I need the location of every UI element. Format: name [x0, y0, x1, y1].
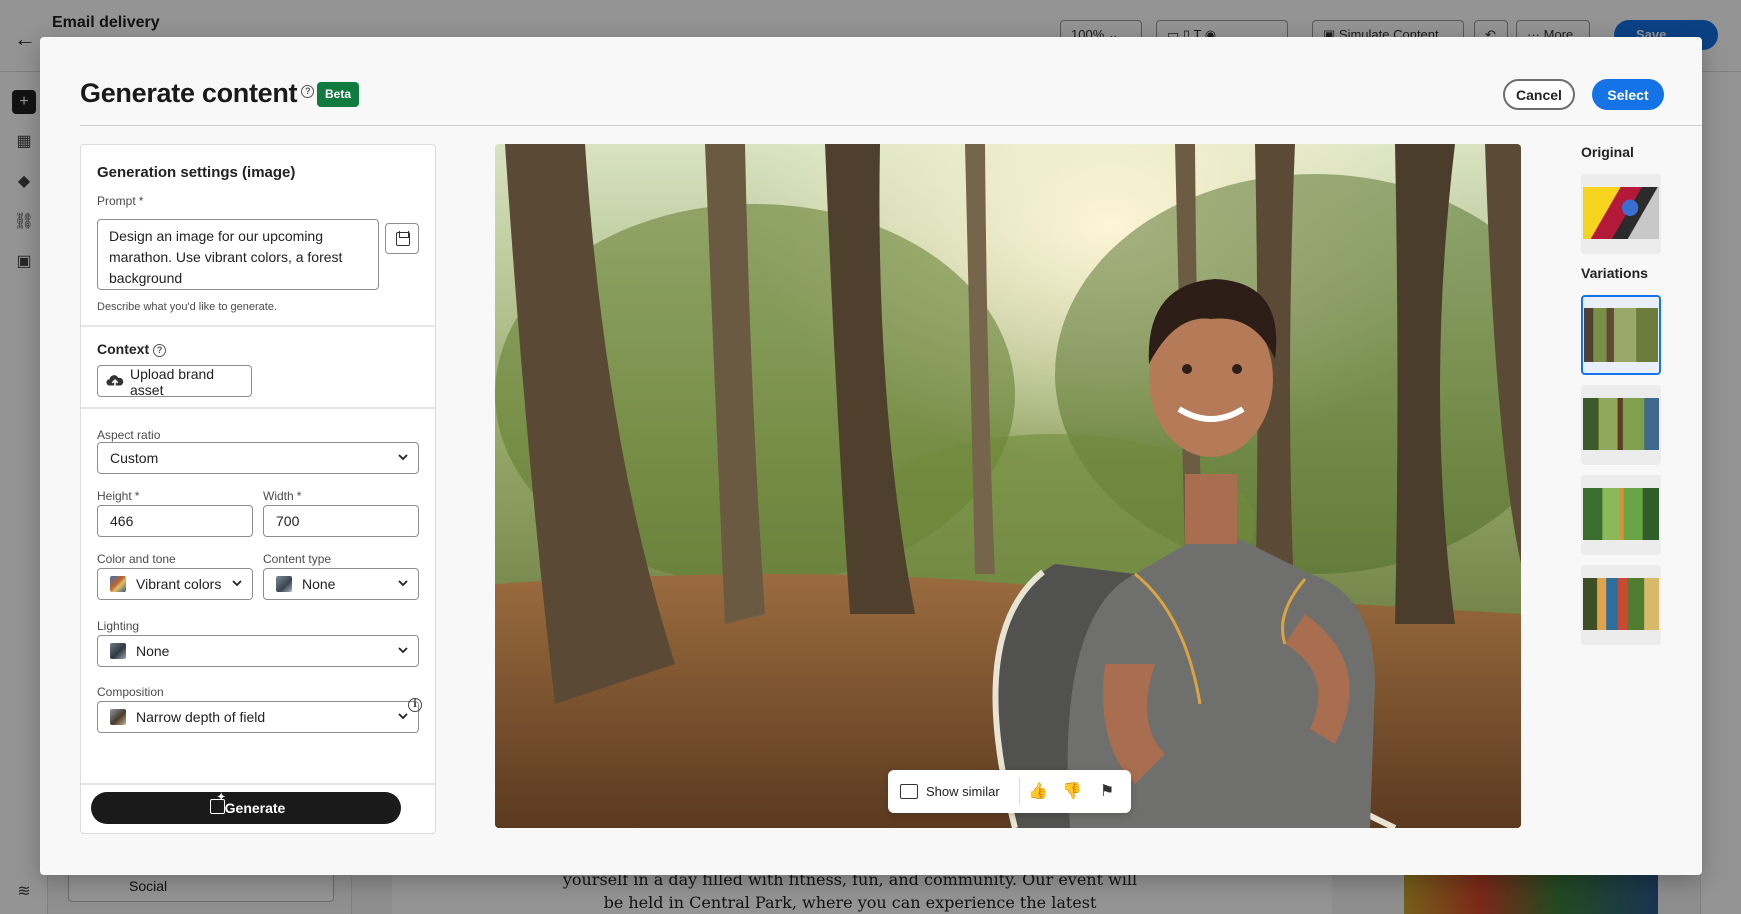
- select-button[interactable]: Select: [1592, 79, 1664, 110]
- composition-select[interactable]: Narrow depth of field: [97, 701, 419, 733]
- lighting-thumbnail: [110, 643, 126, 659]
- width-label: Width *: [263, 489, 301, 503]
- variation-thumbnail-2[interactable]: [1581, 385, 1661, 465]
- show-similar-icon: [900, 784, 918, 799]
- height-label: Height *: [97, 489, 139, 503]
- generate-content-dialog: Generate content? Beta Cancel Select Gen…: [40, 37, 1702, 875]
- help-icon[interactable]: ?: [301, 85, 315, 98]
- variation-image: [1583, 398, 1659, 450]
- lighting-label: Lighting: [97, 619, 140, 633]
- cloud-upload-icon: [106, 375, 124, 389]
- color-tone-value: Vibrant colors: [136, 576, 222, 592]
- lighting-select[interactable]: None: [97, 635, 419, 667]
- image-feedback-toolbar: Show similar 👍 👎 ⚑: [888, 770, 1131, 813]
- color-tone-select[interactable]: Vibrant colors: [97, 568, 253, 600]
- height-input[interactable]: 466: [97, 505, 253, 537]
- prompt-hint: Describe what you'd like to generate.: [97, 301, 278, 313]
- variation-image: [1583, 488, 1659, 540]
- width-label-text: Width: [263, 489, 294, 503]
- composition-label: Composition: [97, 685, 164, 699]
- variations-label: Variations: [1581, 265, 1648, 281]
- generate-label: Generate: [224, 800, 286, 816]
- required-mark: *: [296, 489, 302, 503]
- variation-thumbnail-4[interactable]: [1581, 565, 1661, 645]
- height-label-text: Height: [97, 489, 132, 503]
- aspect-ratio-select[interactable]: Custom: [97, 442, 419, 474]
- cancel-button[interactable]: Cancel: [1503, 79, 1575, 110]
- section-divider: [81, 783, 435, 785]
- thumbs-up-icon[interactable]: 👍: [1026, 780, 1050, 804]
- chevron-down-icon: [398, 713, 408, 720]
- original-label: Original: [1581, 144, 1634, 160]
- required-mark: *: [138, 194, 144, 208]
- header-divider: [80, 125, 1702, 126]
- show-similar-button[interactable]: Show similar: [900, 781, 1000, 803]
- variation-image: [1584, 308, 1658, 362]
- color-tone-thumbnail: [110, 576, 126, 592]
- dialog-title-text: Generate content: [80, 78, 298, 108]
- width-input[interactable]: 700: [263, 505, 419, 537]
- prompt-textarea[interactable]: Design an image for our upcoming maratho…: [97, 219, 379, 290]
- chevron-down-icon: [398, 580, 408, 587]
- show-similar-label: Show similar: [926, 784, 1000, 799]
- generate-icon: [210, 792, 225, 814]
- variation-thumbnail-1[interactable]: [1581, 295, 1661, 375]
- content-type-value: None: [302, 576, 336, 592]
- composition-thumbnail: [110, 709, 126, 725]
- dialog-title: Generate content?: [80, 78, 315, 109]
- thumbs-down-icon[interactable]: 👎: [1060, 780, 1084, 804]
- variation-thumbnail-3[interactable]: [1581, 475, 1661, 555]
- prompt-library-button[interactable]: [385, 223, 419, 254]
- beta-badge: Beta: [317, 82, 360, 107]
- generate-button[interactable]: Generate: [91, 792, 401, 824]
- prompt-label: Prompt *: [97, 194, 143, 208]
- upload-brand-asset-button[interactable]: Upload brand asset: [97, 365, 252, 398]
- flag-icon[interactable]: ⚑: [1095, 780, 1119, 804]
- aspect-ratio-label: Aspect ratio: [97, 428, 161, 442]
- required-mark: *: [134, 489, 140, 503]
- upload-label: Upload brand asset: [130, 366, 215, 398]
- variation-image: [1583, 578, 1659, 630]
- chevron-down-icon: [398, 647, 408, 654]
- context-title: Context?: [97, 341, 167, 357]
- content-type-label: Content type: [263, 552, 332, 566]
- lighting-value: None: [136, 643, 170, 659]
- section-divider: [81, 325, 435, 327]
- color-tone-label: Color and tone: [97, 552, 176, 566]
- original-thumbnail[interactable]: [1581, 174, 1661, 254]
- chevron-down-icon: [398, 454, 408, 461]
- context-title-text: Context: [97, 341, 150, 357]
- composition-value: Narrow depth of field: [136, 709, 266, 725]
- section-divider: [81, 407, 435, 409]
- toolbar-divider: [1019, 778, 1020, 805]
- context-help-icon[interactable]: ?: [153, 344, 167, 357]
- content-type-select[interactable]: None: [263, 568, 419, 600]
- prompt-label-text: Prompt: [97, 194, 136, 208]
- prompt-library-icon: [396, 231, 410, 246]
- chevron-down-icon: [232, 580, 242, 587]
- content-type-thumbnail: [276, 576, 292, 592]
- generated-image: [495, 144, 1521, 828]
- generation-settings-panel: Generation settings (image) Prompt * Desi…: [80, 144, 436, 834]
- settings-title: Generation settings (image): [97, 164, 296, 181]
- original-image: [1583, 187, 1659, 239]
- aspect-ratio-value: Custom: [110, 450, 159, 466]
- info-icon[interactable]: i: [408, 698, 422, 712]
- generated-image-preview: [495, 144, 1521, 828]
